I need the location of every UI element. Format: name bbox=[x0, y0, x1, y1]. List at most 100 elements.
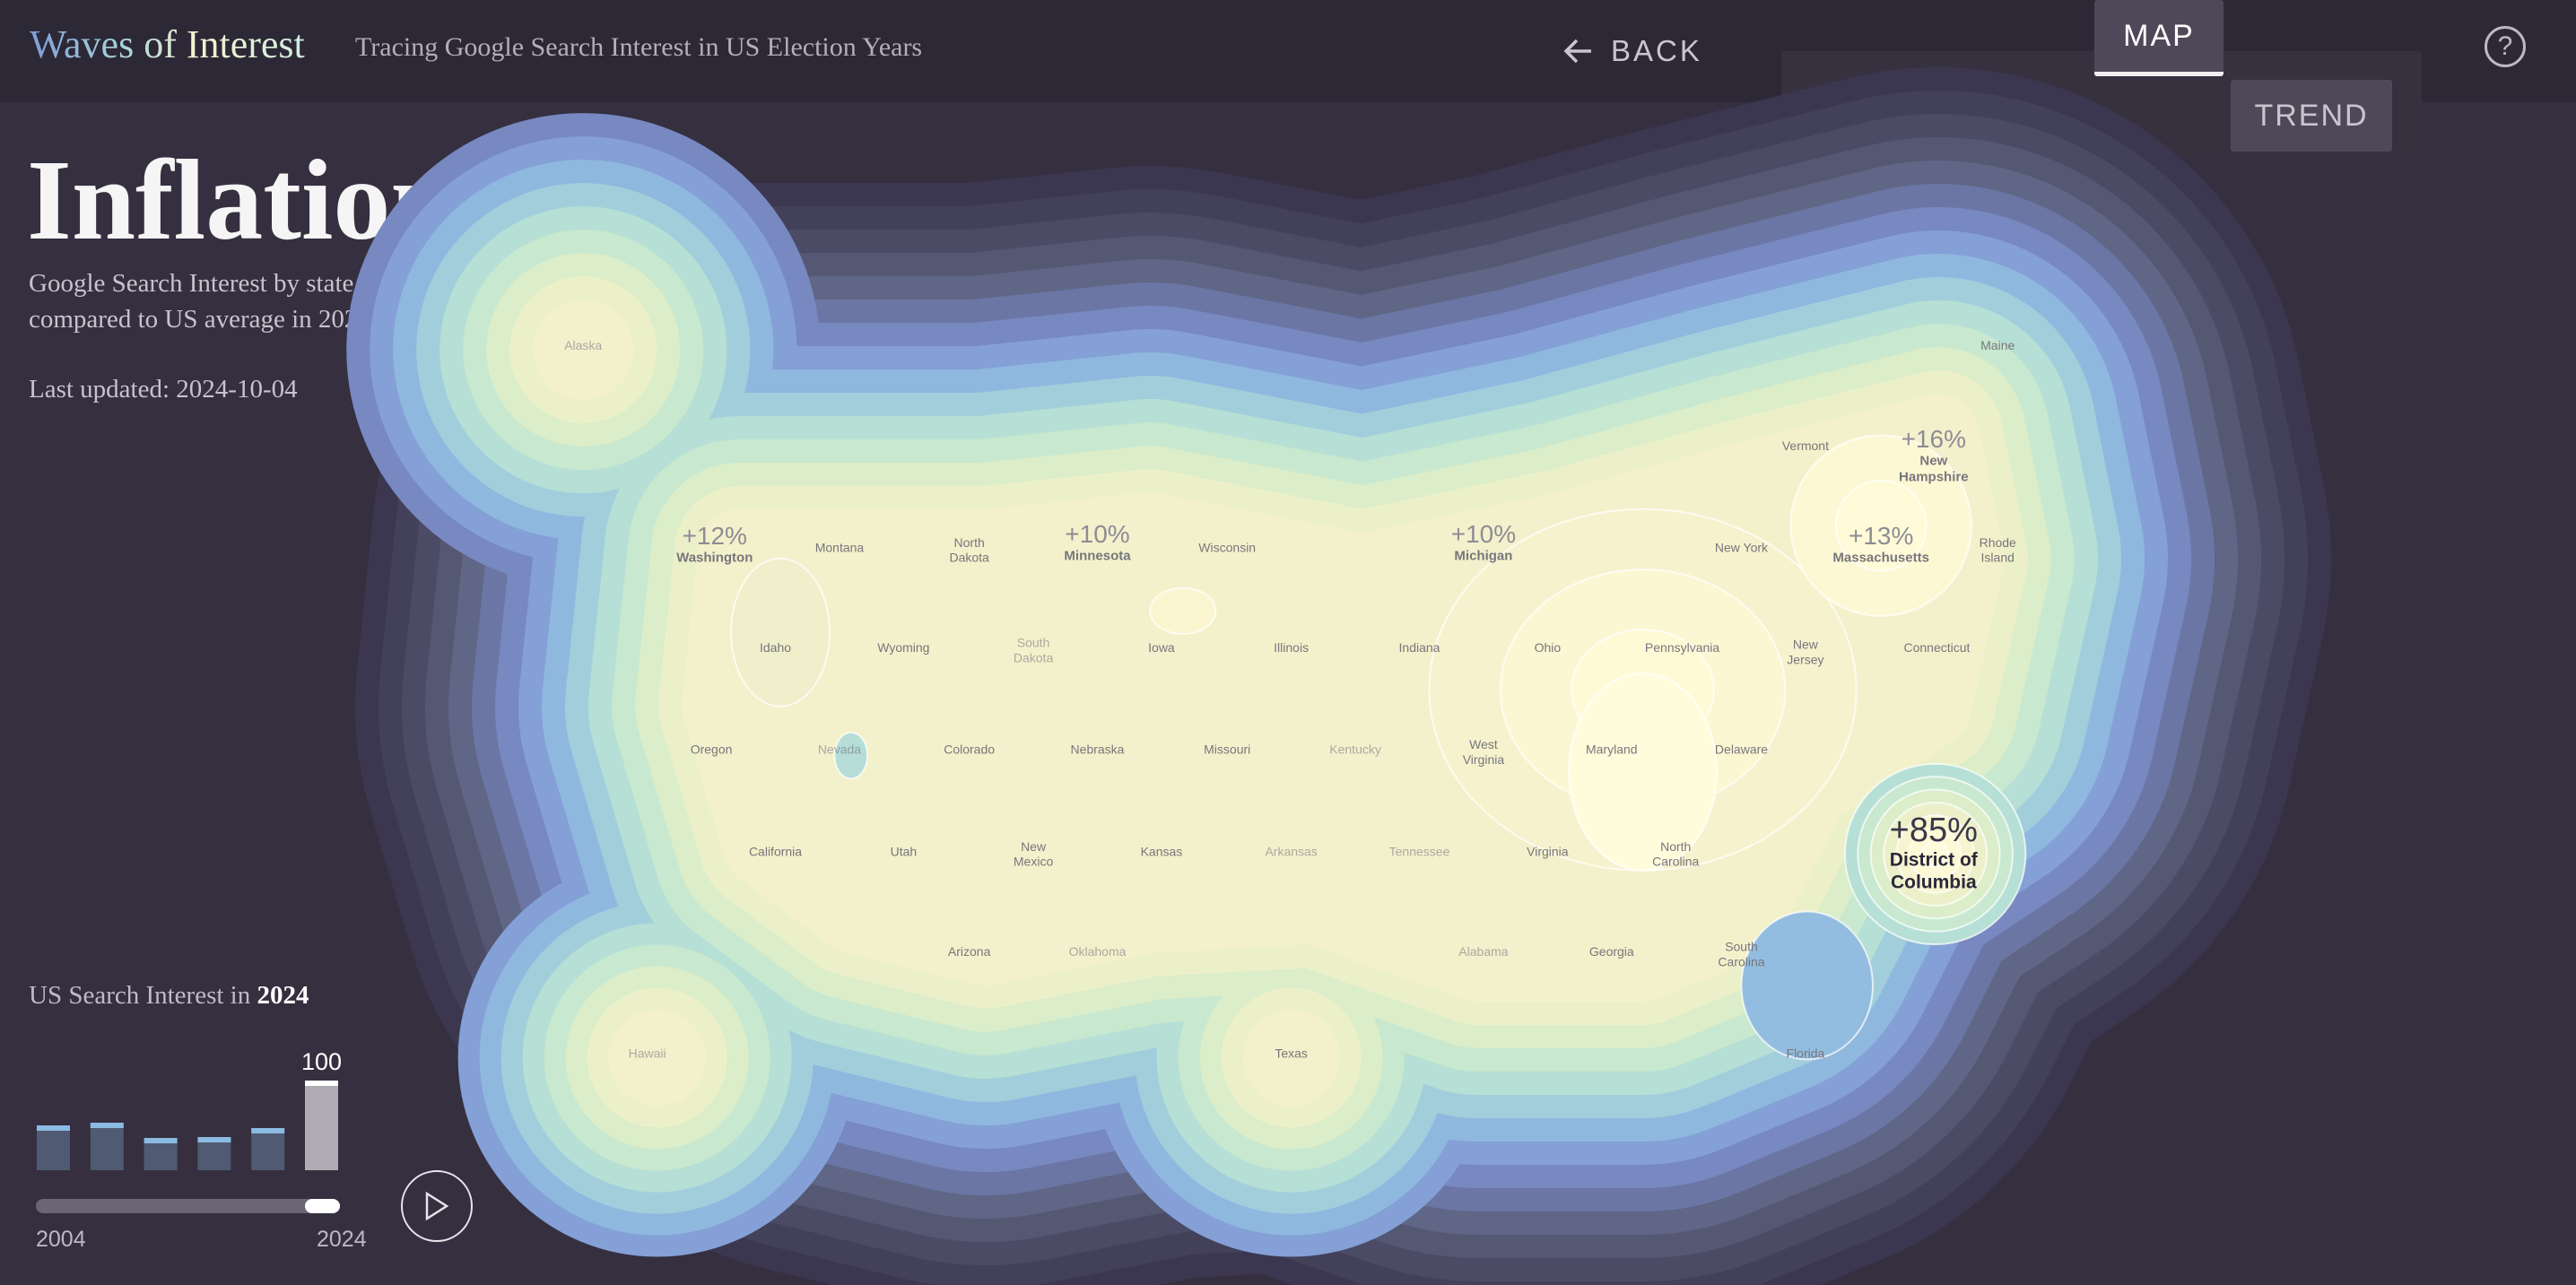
state-label[interactable]: Kentucky bbox=[1329, 742, 1381, 757]
state-name: Pennsylvania bbox=[1645, 640, 1719, 655]
state-label[interactable]: Vermont bbox=[1782, 438, 1829, 453]
play-icon bbox=[425, 1191, 449, 1221]
state-name: Kansas bbox=[1141, 844, 1183, 858]
state-name: New York bbox=[1715, 540, 1769, 554]
state-value: +85% bbox=[1890, 812, 1978, 849]
year-bar[interactable] bbox=[90, 1123, 124, 1170]
state-label[interactable]: Minnesota+10% bbox=[1064, 520, 1131, 564]
state-name: California bbox=[749, 844, 802, 858]
slider-end-label: 2024 bbox=[317, 1227, 367, 1252]
state-name: Maryland bbox=[1586, 742, 1638, 757]
state-label[interactable]: Montana bbox=[815, 540, 865, 554]
state-label[interactable]: Pennsylvania bbox=[1645, 640, 1719, 655]
play-button[interactable] bbox=[401, 1170, 473, 1242]
state-name: Illinois bbox=[1274, 640, 1309, 655]
state-name: Wisconsin bbox=[1198, 540, 1256, 554]
state-label[interactable]: Delaware bbox=[1715, 742, 1768, 757]
state-label[interactable]: Ohio bbox=[1535, 640, 1562, 655]
state-label[interactable]: Alabama bbox=[1458, 944, 1508, 959]
state-label[interactable]: Indiana bbox=[1399, 640, 1440, 655]
state-value: +10% bbox=[1065, 520, 1129, 548]
year-bar-cap bbox=[37, 1125, 70, 1131]
state-label[interactable]: Kansas bbox=[1141, 844, 1183, 858]
contour-hotspot bbox=[1149, 586, 1217, 635]
contour-hotspot bbox=[730, 557, 831, 708]
state-label[interactable]: Virginia bbox=[1527, 844, 1569, 858]
state-label[interactable]: Nebraska bbox=[1071, 742, 1125, 757]
state-name: Alabama bbox=[1458, 944, 1508, 959]
state-label[interactable]: North Dakota bbox=[949, 535, 989, 565]
state-name: Oklahoma bbox=[1069, 944, 1127, 959]
year-bar[interactable] bbox=[251, 1128, 285, 1170]
state-value: +12% bbox=[683, 522, 747, 550]
slider-thumb[interactable] bbox=[305, 1199, 340, 1213]
state-name: Arkansas bbox=[1265, 844, 1317, 858]
state-name: Idaho bbox=[760, 640, 791, 655]
state-name: Nebraska bbox=[1071, 742, 1125, 757]
contour-hotspot bbox=[1740, 910, 1875, 1061]
state-label[interactable]: Wyoming bbox=[877, 640, 929, 655]
state-label[interactable]: Idaho bbox=[760, 640, 791, 655]
state-value: +13% bbox=[1849, 522, 1913, 550]
state-name: Arizona bbox=[948, 944, 991, 959]
state-value: +16% bbox=[1902, 425, 1966, 453]
state-name: Vermont bbox=[1782, 438, 1829, 453]
state-name: Georgia bbox=[1589, 944, 1634, 959]
state-label[interactable]: Utah bbox=[891, 844, 918, 858]
year-bar-chart: 100 bbox=[37, 1048, 342, 1170]
state-label[interactable]: South Dakota bbox=[1014, 636, 1054, 665]
state-label[interactable]: Illinois bbox=[1274, 640, 1309, 655]
contour-map[interactable]: Alaska MaineVermontNew Hampshire+16%Washin… bbox=[0, 0, 2576, 1285]
state-label[interactable]: Rhode Island bbox=[1980, 535, 2016, 565]
state-label[interactable]: Missouri bbox=[1204, 742, 1250, 757]
state-label[interactable]: Hawaii bbox=[629, 1046, 666, 1061]
state-label[interactable]: Oregon bbox=[691, 742, 733, 757]
year-slider[interactable] bbox=[36, 1199, 340, 1213]
state-name: Utah bbox=[891, 844, 918, 858]
state-label[interactable]: Maryland bbox=[1586, 742, 1638, 757]
state-label[interactable]: Texas bbox=[1275, 1046, 1308, 1061]
state-name: Maine bbox=[1980, 338, 2015, 352]
state-name: Missouri bbox=[1204, 742, 1250, 757]
state-name: Ohio bbox=[1535, 640, 1562, 655]
state-label[interactable]: Michigan+10% bbox=[1451, 520, 1516, 564]
state-label[interactable]: District of Columbia+85% bbox=[1890, 812, 1979, 893]
state-label[interactable]: Iowa bbox=[1148, 640, 1175, 655]
state-value: +10% bbox=[1451, 520, 1516, 548]
state-name: Montana bbox=[815, 540, 865, 554]
state-label[interactable]: Alaska bbox=[564, 338, 602, 352]
state-label[interactable]: California bbox=[749, 844, 802, 858]
state-label[interactable]: Georgia bbox=[1589, 944, 1634, 959]
year-bar[interactable] bbox=[305, 1081, 338, 1170]
state-label[interactable]: Wisconsin bbox=[1198, 540, 1256, 554]
state-name: South Dakota bbox=[1014, 636, 1054, 665]
year-bar-cap bbox=[251, 1128, 285, 1133]
contour-hotspot bbox=[1568, 672, 1719, 872]
state-label[interactable]: Washington+12% bbox=[676, 522, 753, 566]
state-name: Alaska bbox=[564, 338, 602, 352]
state-label[interactable]: Colorado bbox=[944, 742, 995, 757]
state-name: Virginia bbox=[1527, 844, 1569, 858]
state-name: Oregon bbox=[691, 742, 733, 757]
state-name: Iowa bbox=[1148, 640, 1175, 655]
state-label[interactable]: Oklahoma bbox=[1069, 944, 1127, 959]
state-label[interactable]: Arizona bbox=[948, 944, 991, 959]
state-name: North Dakota bbox=[949, 535, 989, 565]
state-name: Rhode Island bbox=[1980, 535, 2016, 565]
state-name: Hawaii bbox=[629, 1046, 666, 1061]
state-name: Texas bbox=[1275, 1046, 1308, 1061]
state-label[interactable]: Maine bbox=[1980, 338, 2015, 352]
year-bar[interactable] bbox=[37, 1125, 70, 1170]
year-bar-cap bbox=[144, 1138, 178, 1143]
state-label[interactable]: Arkansas bbox=[1265, 844, 1317, 858]
state-label[interactable]: Florida bbox=[1787, 1046, 1825, 1061]
state-label[interactable]: New York bbox=[1715, 540, 1769, 554]
state-name: Minnesota bbox=[1064, 549, 1131, 564]
selected-bar-value: 100 bbox=[301, 1048, 342, 1075]
state-label[interactable]: Tennessee bbox=[1389, 844, 1450, 858]
state-name: Indiana bbox=[1399, 640, 1440, 655]
state-name: Nevada bbox=[818, 742, 861, 757]
state-name: Wyoming bbox=[877, 640, 929, 655]
state-label[interactable]: Nevada bbox=[818, 742, 861, 757]
state-label[interactable]: Connecticut bbox=[1903, 640, 1970, 655]
